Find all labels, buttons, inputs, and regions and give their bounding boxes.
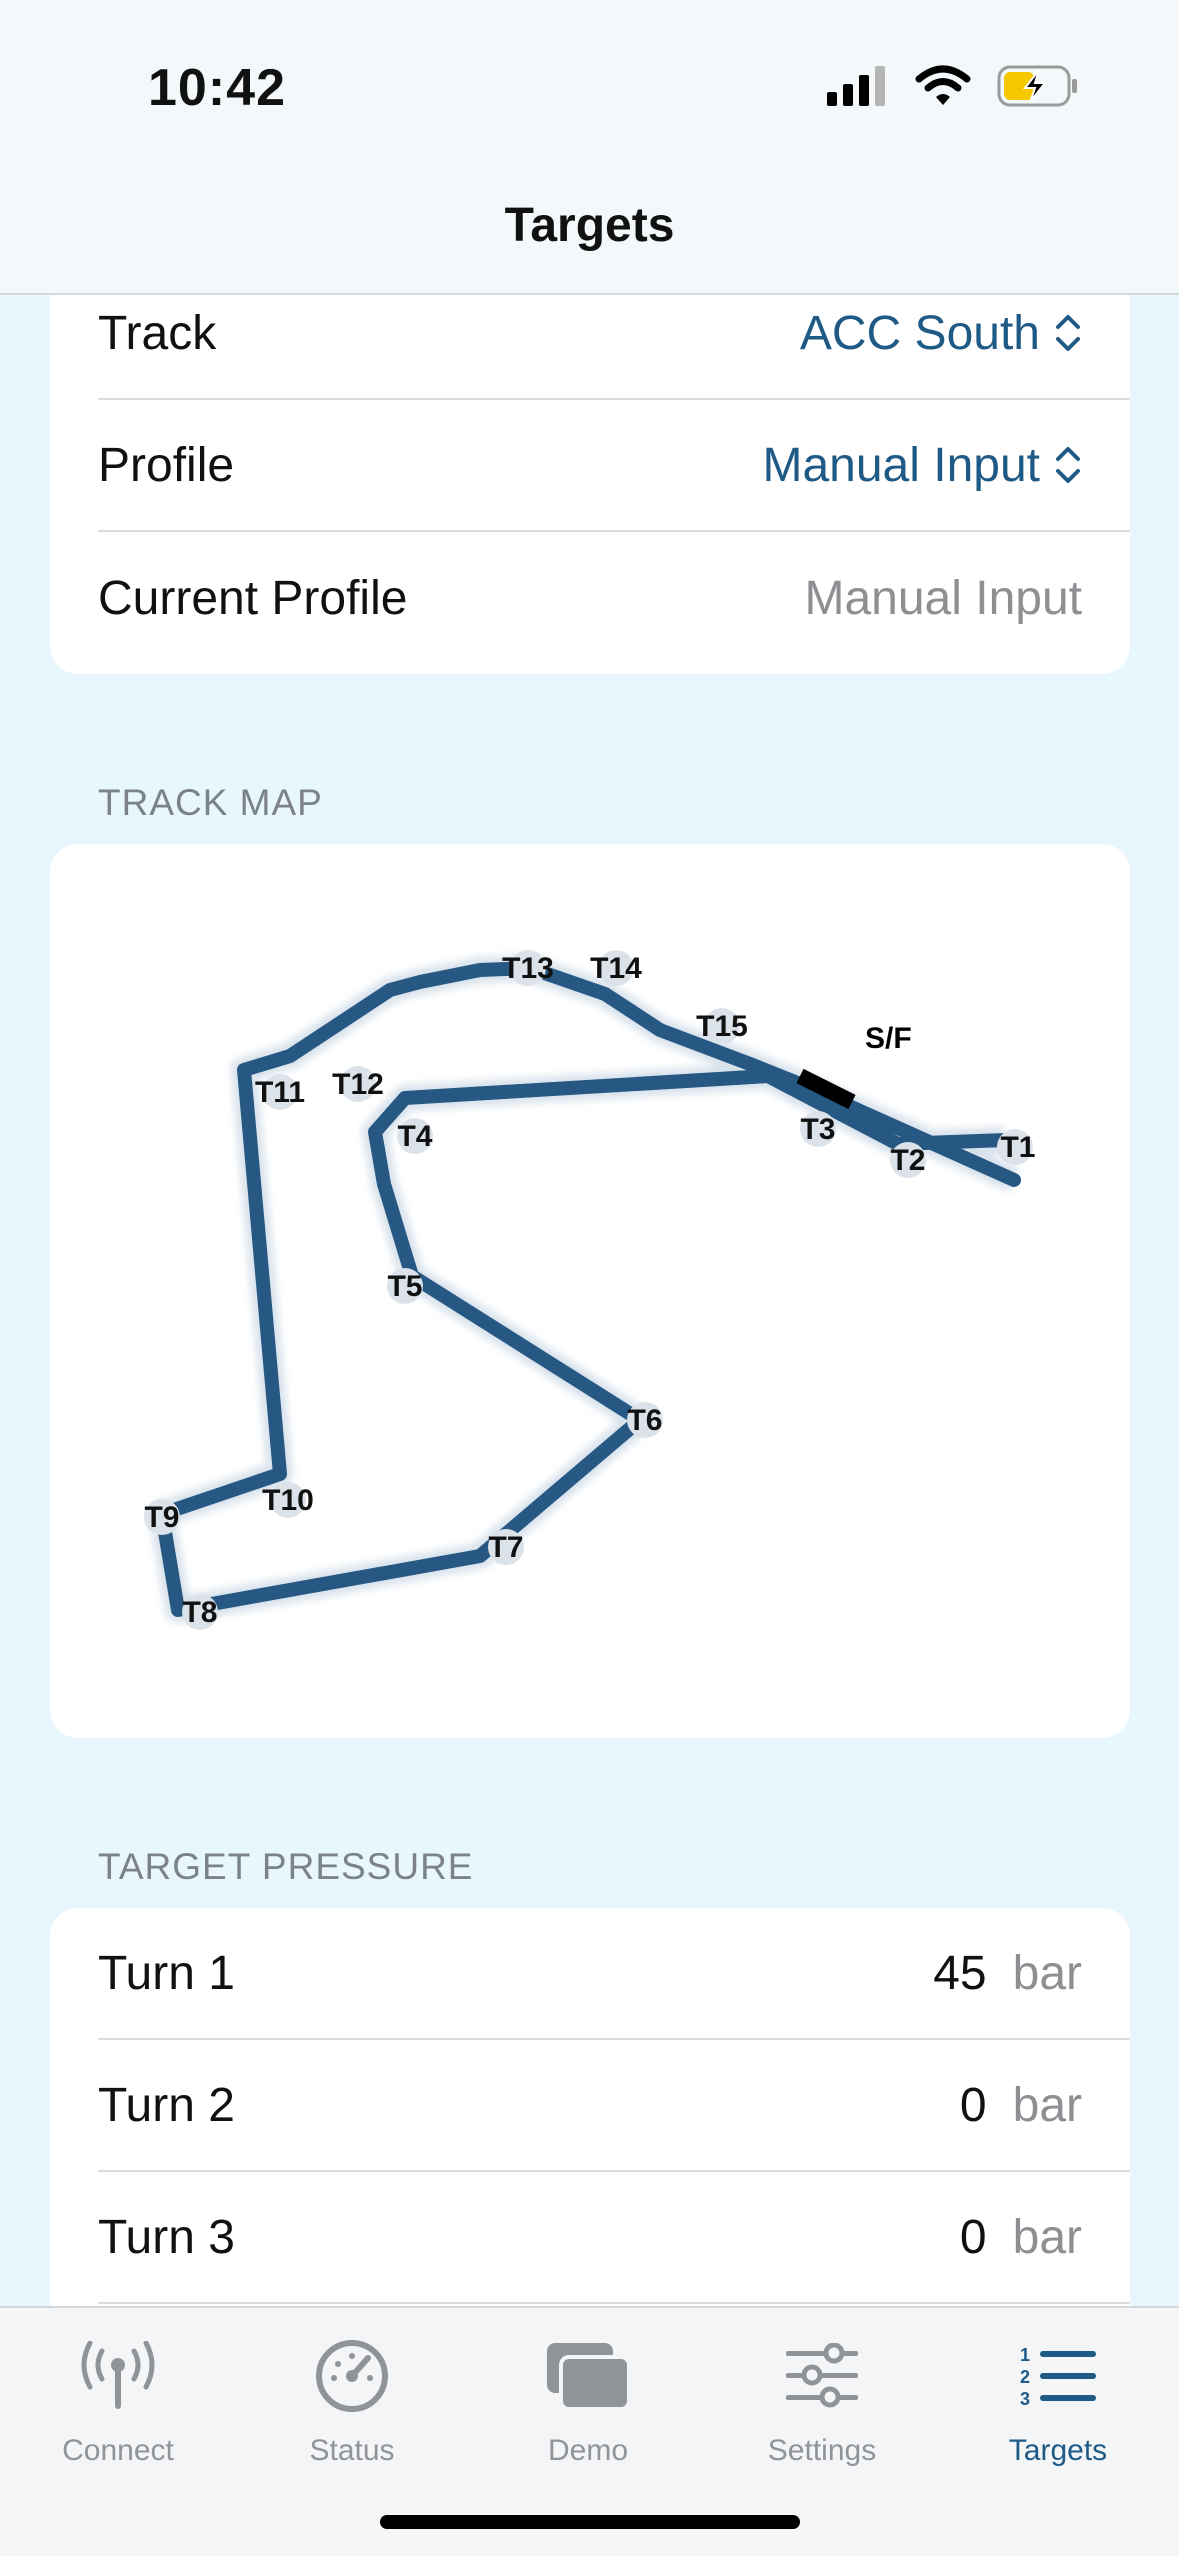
target-pressure-section-label: TARGET PRESSURE	[98, 1846, 474, 1887]
tab-targets[interactable]: 1 2 3 Targets	[958, 2326, 1158, 2468]
svg-text:T3: T3	[800, 1113, 835, 1146]
svg-text:T10: T10	[262, 1484, 314, 1517]
track-map-section-label: TRACK MAP	[98, 782, 323, 823]
turn-marker-t10: T10	[262, 1482, 314, 1518]
svg-text:T13: T13	[502, 952, 554, 985]
tab-label: Status	[309, 2434, 395, 2467]
turn-marker-t3: T3	[800, 1111, 836, 1147]
svg-text:T7: T7	[488, 1531, 523, 1564]
pressure-row-turn-3[interactable]: Turn 3 0 bar	[98, 2172, 1130, 2304]
turn-label: Turn 1	[98, 1946, 235, 2000]
pressure-unit: bar	[1012, 2210, 1082, 2264]
svg-text:T9: T9	[144, 1501, 179, 1534]
gauge-icon	[316, 2340, 388, 2412]
svg-text:T14: T14	[590, 952, 642, 985]
navigation-header: 10:42 Targets	[0, 0, 1179, 295]
battery-charging-icon	[997, 65, 1077, 107]
turn-marker-t11: T11	[255, 1074, 305, 1110]
status-time: 10:42	[148, 59, 286, 117]
tab-settings[interactable]: Settings	[722, 2326, 922, 2468]
svg-text:T12: T12	[332, 1068, 384, 1101]
current-profile-row: Current Profile Manual Input	[98, 532, 1130, 664]
pressure-row-turn-1[interactable]: Turn 1 45 bar	[98, 1908, 1130, 2040]
turn-marker-t6: T6	[627, 1402, 663, 1438]
tab-connect[interactable]: Connect	[18, 2326, 218, 2468]
current-profile-value: Manual Input	[804, 571, 1082, 625]
profile-value: Manual Input	[762, 438, 1040, 492]
turn-marker-t9: T9	[144, 1499, 180, 1535]
pressure-value[interactable]: 45	[933, 1946, 986, 2001]
pressure-unit: bar	[1012, 2078, 1082, 2132]
turn-marker-t1: T1	[997, 1129, 1036, 1165]
numbered-list-icon: 1 2 3	[1020, 2345, 1096, 2409]
tab-status[interactable]: Status	[252, 2326, 452, 2468]
status-icons	[827, 62, 1079, 110]
turn-marker-t2: T2	[890, 1142, 926, 1178]
svg-text:1: 1	[1020, 2345, 1030, 2365]
windows-icon	[547, 2343, 631, 2411]
svg-text:2: 2	[1020, 2367, 1030, 2387]
tab-label: Connect	[62, 2434, 174, 2467]
svg-text:T8: T8	[182, 1596, 217, 1629]
tab-label: Demo	[547, 2434, 629, 2467]
turn-marker-t5: T5	[387, 1268, 423, 1304]
svg-text:T2: T2	[890, 1144, 925, 1177]
profile-label: Profile	[98, 438, 235, 492]
tab-label: Targets	[1008, 2434, 1108, 2467]
cellular-signal-icon	[827, 66, 885, 106]
track-value: ACC South	[799, 306, 1040, 360]
pressure-value[interactable]: 0	[960, 2078, 987, 2133]
chevron-up-down-icon	[1056, 447, 1080, 483]
turn-marker-t8: T8	[182, 1594, 218, 1630]
profile-picker-row[interactable]: Profile Manual Input	[98, 400, 1130, 532]
turn-marker-t7: T7	[488, 1529, 524, 1565]
svg-text:T1: T1	[1000, 1131, 1035, 1164]
svg-text:T4: T4	[397, 1120, 432, 1153]
turn-label: Turn 3	[98, 2210, 235, 2264]
tab-label: Settings	[767, 2434, 877, 2467]
start-finish-label: S/F	[865, 1022, 912, 1055]
target-pressure-card: Turn 1 45 bar Turn 2 0 bar Turn 3 0 bar	[50, 1908, 1130, 2368]
svg-text:T11: T11	[255, 1076, 305, 1109]
turn-marker-t12: T12	[332, 1066, 384, 1102]
pressure-unit: bar	[1012, 1946, 1082, 2000]
targets-screen: 10:42 Targets Track ACC South Profile Ma…	[0, 0, 1179, 2556]
track-picker[interactable]: ACC South	[800, 306, 1082, 361]
turn-label: Turn 2	[98, 2078, 235, 2132]
turn-marker-t13: T13	[502, 950, 554, 986]
svg-text:T6: T6	[627, 1404, 662, 1437]
track-label: Track	[98, 306, 217, 360]
page-title: Targets	[504, 199, 675, 252]
turn-marker-t15: T15	[696, 1008, 748, 1044]
pressure-value[interactable]: 0	[960, 2210, 987, 2265]
track-profile-card: Track ACC South Profile Manual Input Cur…	[50, 240, 1130, 674]
wifi-icon	[915, 65, 971, 105]
svg-text:T15: T15	[696, 1010, 748, 1043]
sliders-icon	[786, 2343, 858, 2408]
track-map: S/F T1 T2 T3 T4 T5 T6 T7 T8 T9 T10 T11 T…	[144, 950, 1036, 1630]
pressure-row-turn-2[interactable]: Turn 2 0 bar	[98, 2040, 1130, 2172]
svg-text:T5: T5	[387, 1270, 422, 1303]
current-profile-label: Current Profile	[98, 571, 408, 625]
chevron-up-down-icon	[1056, 315, 1080, 351]
profile-picker[interactable]: Manual Input	[762, 438, 1082, 493]
tab-demo[interactable]: Demo	[488, 2326, 688, 2468]
turn-marker-t4: T4	[397, 1118, 433, 1154]
antenna-icon	[81, 2341, 155, 2409]
track-map-card: S/F T1 T2 T3 T4 T5 T6 T7 T8 T9 T10 T11 T…	[50, 844, 1130, 1738]
home-indicator	[380, 2515, 800, 2529]
svg-text:3: 3	[1020, 2389, 1030, 2409]
turn-marker-t14: T14	[590, 950, 642, 986]
